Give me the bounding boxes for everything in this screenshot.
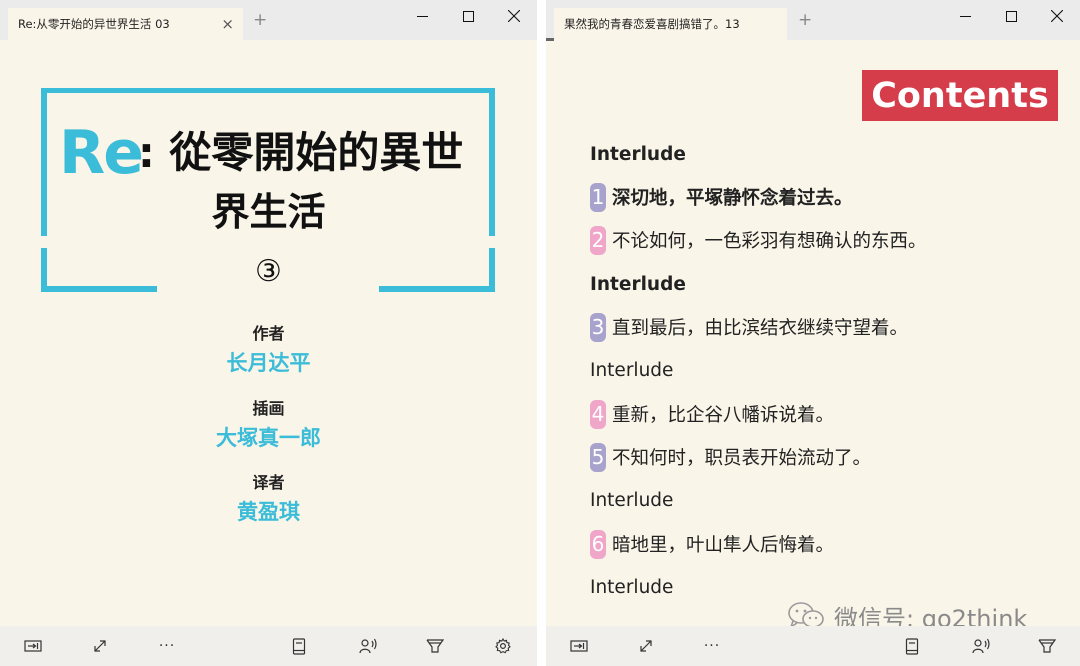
toc-item[interactable]: 6 暗地里，叶山隼人后悔着。: [590, 528, 834, 560]
translator-label: 译者: [252, 473, 285, 492]
left-book-tab[interactable]: Re:从零开始的异世界生活 03 ×: [8, 8, 243, 40]
cover-title-re: Re: [59, 118, 144, 188]
toc-item-title: 直到最后，由比滨结衣继续守望着。: [612, 318, 909, 339]
toc-item[interactable]: Interlude: [590, 354, 673, 386]
toc-item-title: 重新，比企谷八幡诉说着。: [612, 405, 835, 426]
left-read-aloud-icon[interactable]: [359, 637, 377, 655]
left-fullscreen-icon[interactable]: [91, 637, 109, 655]
toc-item[interactable]: 5 不知何时，职员表开始流动了。: [590, 441, 871, 473]
right-titlebar: 果然我的青春恋爱喜剧搞错了。13 +: [546, 0, 1080, 41]
toc-item-title: 不论如何，一色彩羽有想确认的东西。: [612, 231, 927, 252]
right-toc-icon[interactable]: [570, 637, 588, 655]
cover-title-line2: 界生活: [211, 190, 326, 234]
toc-chapter-number: 5: [590, 442, 606, 472]
left-minimize-button[interactable]: [399, 0, 445, 32]
toc-chapter-number: 6: [590, 529, 606, 559]
toc-item-title: Interlude: [590, 273, 686, 295]
toc-chapter-number: 1: [590, 182, 606, 212]
toc-chapter-number: 3: [590, 312, 606, 342]
toc-chapter-number: 2: [590, 225, 606, 255]
toc-item[interactable]: Interlude: [590, 268, 686, 300]
toc-chapter-number: 4: [590, 399, 606, 429]
toc-item-title: 暗地里，叶山隼人后悔着。: [612, 535, 835, 556]
left-tab-title: Re:从零开始的异世界生活 03: [18, 17, 170, 31]
left-titlebar: Re:从零开始的异世界生活 03 × +: [0, 0, 537, 40]
right-highlighter-icon[interactable]: [1038, 637, 1056, 655]
right-close-button[interactable]: [1034, 0, 1080, 32]
left-reader-window: Re:从零开始的异世界生活 03 × + Re : 從零開始的異世 界生活 ③ …: [0, 0, 537, 666]
right-tab-accent: [546, 38, 554, 41]
minimize-icon: [416, 15, 428, 17]
left-bottom-toolbar: ···: [0, 626, 537, 666]
toc-item[interactable]: 1 深切地，平塚静怀念着过去。: [590, 181, 853, 213]
left-highlighter-icon[interactable]: [426, 637, 444, 655]
left-toc-icon[interactable]: [24, 637, 42, 655]
minimize-icon: [959, 15, 971, 17]
right-more-icon[interactable]: ···: [703, 637, 721, 655]
left-settings-gear-icon[interactable]: [494, 637, 512, 655]
toc-item[interactable]: Interlude: [590, 484, 673, 516]
right-minimize-button[interactable]: [942, 0, 988, 32]
toc-item-title: 不知何时，职员表开始流动了。: [612, 448, 872, 469]
author-name: 长月达平: [226, 351, 311, 375]
cover-volume-number: ③: [255, 254, 282, 289]
close-icon: [508, 10, 520, 22]
toc-item[interactable]: Interlude: [590, 571, 673, 603]
toc-item[interactable]: 2 不论如何，一色彩羽有想确认的东西。: [590, 224, 927, 256]
right-fullscreen-icon[interactable]: [637, 637, 655, 655]
left-new-tab-icon[interactable]: +: [253, 12, 267, 29]
toc-item-title: Interlude: [590, 143, 686, 165]
left-book-icon[interactable]: [290, 637, 308, 655]
left-window-controls: [399, 0, 537, 32]
maximize-icon: [462, 10, 474, 22]
toc-item[interactable]: 4 重新，比企谷八幡诉说着。: [590, 398, 834, 430]
left-close-button[interactable]: [491, 0, 537, 32]
illustrator-name: 大塚真一郎: [216, 426, 321, 450]
toc-item-title: Interlude: [590, 359, 674, 381]
right-reader-window: 果然我的青春恋爱喜剧搞错了。13 + Contents Interlude 1 深切…: [546, 0, 1080, 666]
right-book-icon[interactable]: [903, 637, 921, 655]
maximize-icon: [1005, 10, 1017, 22]
toc-item-title: Interlude: [590, 576, 674, 598]
right-book-tab[interactable]: 果然我的青春恋爱喜剧搞错了。13: [554, 8, 787, 40]
cover-title-line1: : 從零開始的異世: [138, 128, 464, 177]
right-tab-title: 果然我的青春恋爱喜剧搞错了。13: [564, 17, 740, 31]
toc-item[interactable]: Interlude: [590, 138, 686, 170]
left-tab-close-icon[interactable]: ×: [221, 16, 234, 32]
toc-item-title: Interlude: [590, 489, 674, 511]
right-bottom-toolbar: ···: [546, 626, 1080, 666]
author-label: 作者: [252, 324, 285, 343]
contents-heading: Contents: [862, 70, 1058, 121]
right-read-aloud-icon[interactable]: [972, 637, 990, 655]
right-window-controls: [942, 0, 1080, 32]
toc-item-title: 深切地，平塚静怀念着过去。: [612, 188, 853, 209]
right-new-tab-icon[interactable]: +: [798, 12, 812, 29]
cover-frame-top: [41, 88, 495, 93]
illustrator-label: 插画: [252, 399, 285, 418]
right-maximize-button[interactable]: [988, 0, 1034, 32]
left-more-icon[interactable]: ···: [158, 637, 176, 655]
left-maximize-button[interactable]: [445, 0, 491, 32]
toc-item[interactable]: 3 直到最后，由比滨结衣继续守望着。: [590, 311, 908, 343]
translator-name: 黄盈琪: [237, 500, 300, 524]
close-icon: [1051, 10, 1063, 22]
